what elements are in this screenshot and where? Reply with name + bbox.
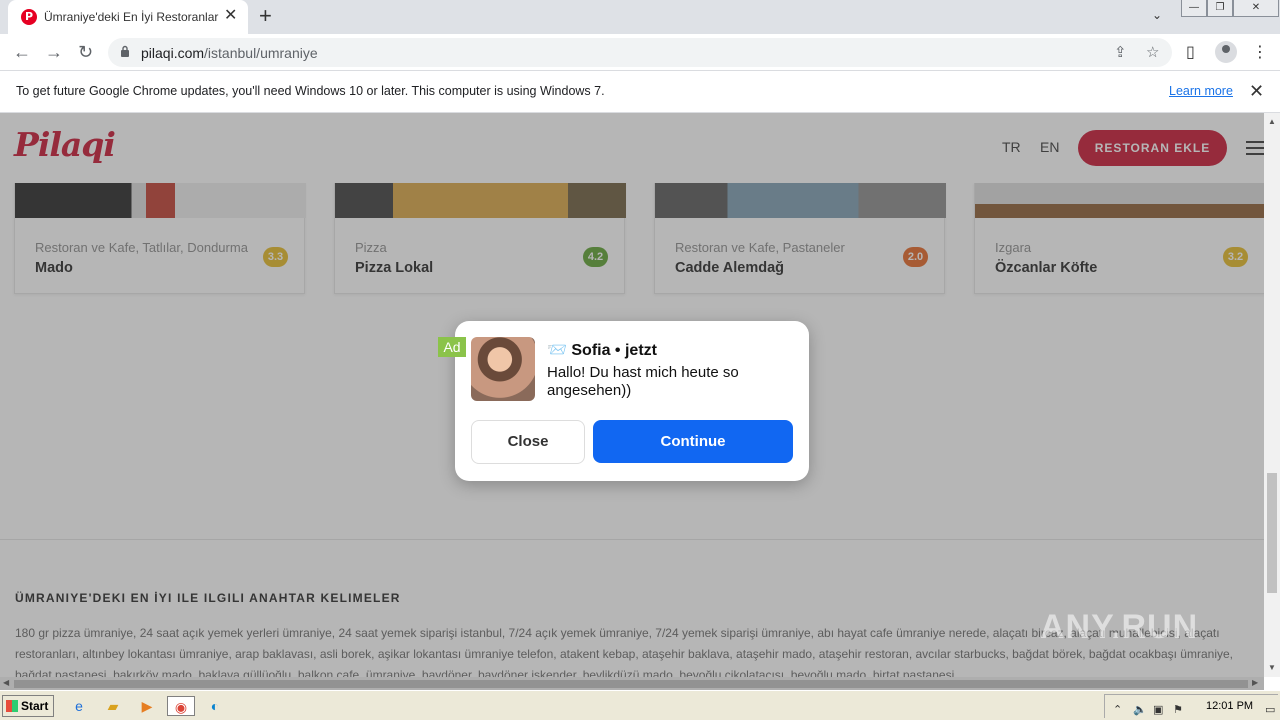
new-tab-button[interactable]: +	[259, 4, 272, 28]
ad-badge: Ad	[438, 337, 466, 357]
side-panel-icon[interactable]: ▯	[1186, 42, 1195, 62]
minimize-button[interactable]: —	[1181, 0, 1207, 17]
ad-popup: 📨 Sofia • jetzt Hallo! Du hast mich heut…	[455, 321, 809, 481]
ad-close-button[interactable]: Close	[471, 420, 585, 464]
ie-icon[interactable]: e	[68, 696, 90, 716]
menu-dots-icon[interactable]: ⋮	[1252, 42, 1268, 62]
tab-strip: P Ümraniye'deki En İyi Restoranlar - İs …	[0, 0, 1280, 34]
window-close-button[interactable]: ✕	[1233, 0, 1279, 17]
ad-message: Hallo! Du hast mich heute so angesehen))	[547, 364, 739, 399]
clock: 12:01 PM	[1206, 700, 1254, 712]
url-text[interactable]: pilaqi.com/istanbul/umraniye	[141, 45, 318, 61]
back-arrow-icon[interactable]: ←	[13, 42, 31, 62]
windows-taskbar: Start e ▰ ▶ ◉ ◐ ⌃ 🔈 ▣ ⚑ ▭ 12:01 PM	[0, 690, 1280, 720]
scrollbar-thumb[interactable]	[1267, 473, 1277, 593]
chrome-icon[interactable]: ◉	[167, 696, 195, 716]
media-player-icon[interactable]: ▶	[136, 696, 158, 716]
flag-icon[interactable]: ⚑	[1173, 703, 1183, 716]
restore-button[interactable]: ❐	[1207, 0, 1233, 17]
learn-more-link[interactable]: Learn more	[1169, 84, 1233, 98]
window-controls: — ❐ ✕	[1181, 0, 1279, 17]
show-desktop-icon[interactable]: ▭	[1265, 703, 1275, 716]
start-button[interactable]: Start	[2, 695, 54, 717]
scroll-down-arrow-icon[interactable]: ▼	[1268, 663, 1276, 672]
browser-toolbar: ← → ↻ pilaqi.com/istanbul/umraniye ⇪ ☆ ▯…	[0, 34, 1280, 71]
sender-name: 📨 Sofia • jetzt	[547, 342, 657, 359]
tab-search-chevron-icon[interactable]: ⌄	[1152, 8, 1162, 22]
vertical-scrollbar[interactable]: ▲ ▼	[1264, 113, 1280, 677]
reload-icon[interactable]: ↻	[78, 42, 93, 62]
infobar-close-icon[interactable]: ✕	[1249, 81, 1264, 101]
infobar-message: To get future Google Chrome updates, you…	[16, 84, 605, 98]
sender-avatar	[471, 337, 535, 401]
browser-tab[interactable]: P Ümraniye'deki En İyi Restoranlar - İs …	[8, 0, 248, 34]
tab-title: Ümraniye'deki En İyi Restoranlar - İs	[44, 10, 222, 24]
folder-icon[interactable]: ▰	[102, 696, 124, 716]
anyrun-watermark: ANY.RUN	[1040, 608, 1199, 646]
tab-close-icon[interactable]: ✕	[224, 7, 237, 25]
volume-icon[interactable]: 🔈	[1133, 703, 1147, 716]
forward-arrow-icon[interactable]: →	[45, 42, 63, 62]
update-infobar: To get future Google Chrome updates, you…	[0, 71, 1280, 113]
bookmark-star-icon[interactable]: ☆	[1146, 43, 1159, 61]
network-icon[interactable]: ▣	[1153, 703, 1163, 716]
lock-icon	[121, 45, 129, 57]
edge-icon[interactable]: ◐	[204, 696, 226, 716]
pinterest-favicon-icon: P	[21, 9, 37, 25]
scroll-up-arrow-icon[interactable]: ▲	[1268, 117, 1276, 126]
address-bar[interactable]: pilaqi.com/istanbul/umraniye ⇪ ☆	[108, 38, 1172, 67]
profile-avatar-icon[interactable]	[1215, 41, 1237, 63]
share-icon[interactable]: ⇪	[1114, 43, 1127, 61]
ad-continue-button[interactable]: Continue	[593, 420, 793, 463]
tray-expand-icon[interactable]: ⌃	[1113, 703, 1122, 716]
